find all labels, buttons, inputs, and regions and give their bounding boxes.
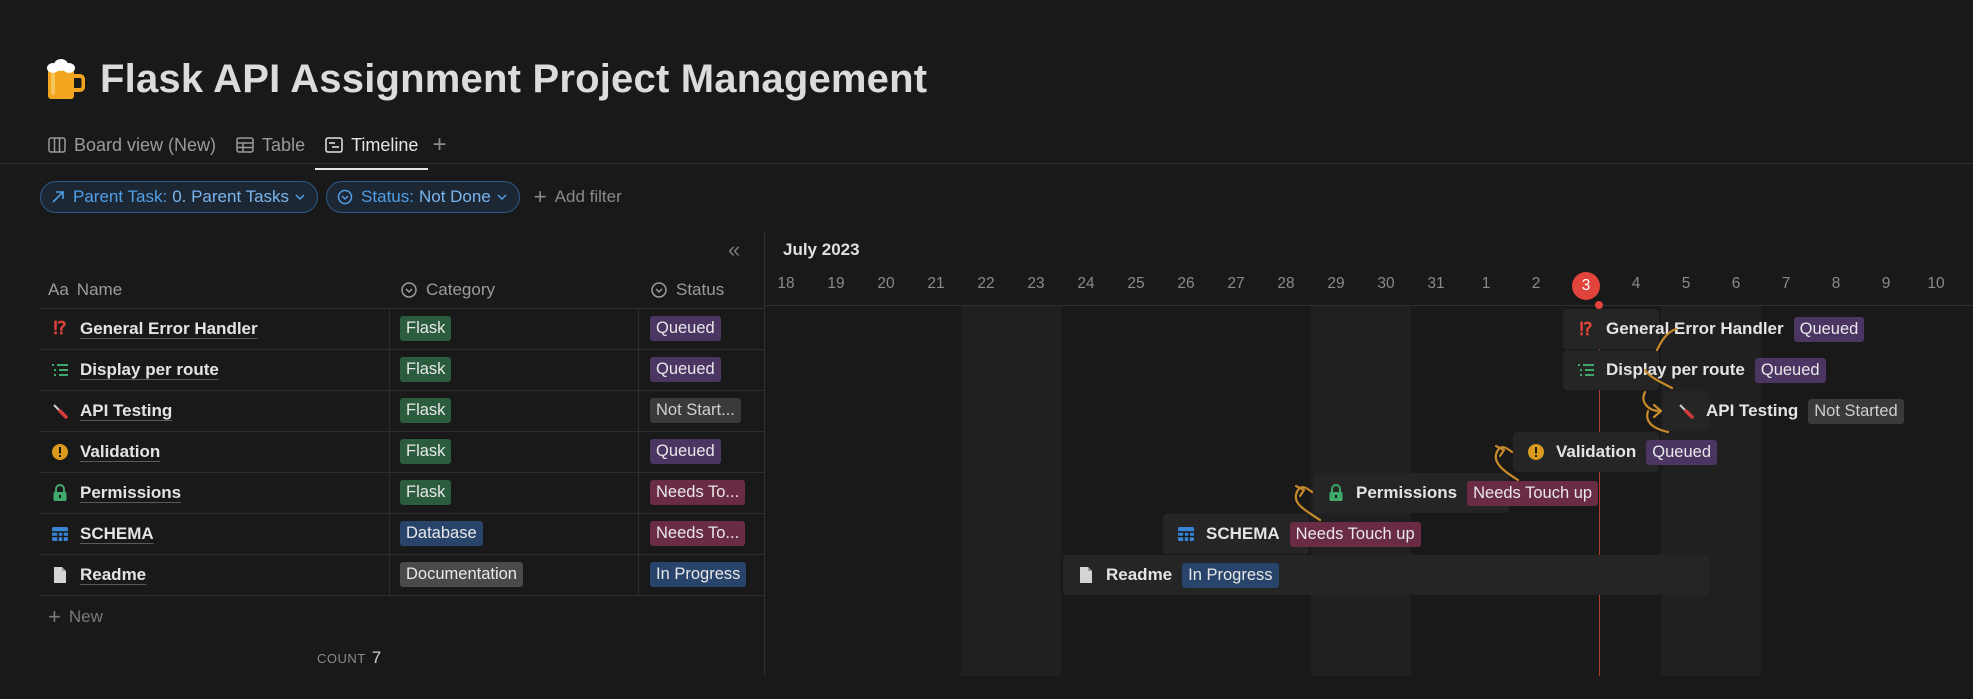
dependency-arrows — [1294, 327, 1678, 522]
dependency-arrow — [1494, 446, 1520, 482]
dependency-arrow — [1294, 486, 1322, 522]
dependency-arrow — [1643, 368, 1674, 390]
dependency-arrow — [1655, 327, 1678, 352]
